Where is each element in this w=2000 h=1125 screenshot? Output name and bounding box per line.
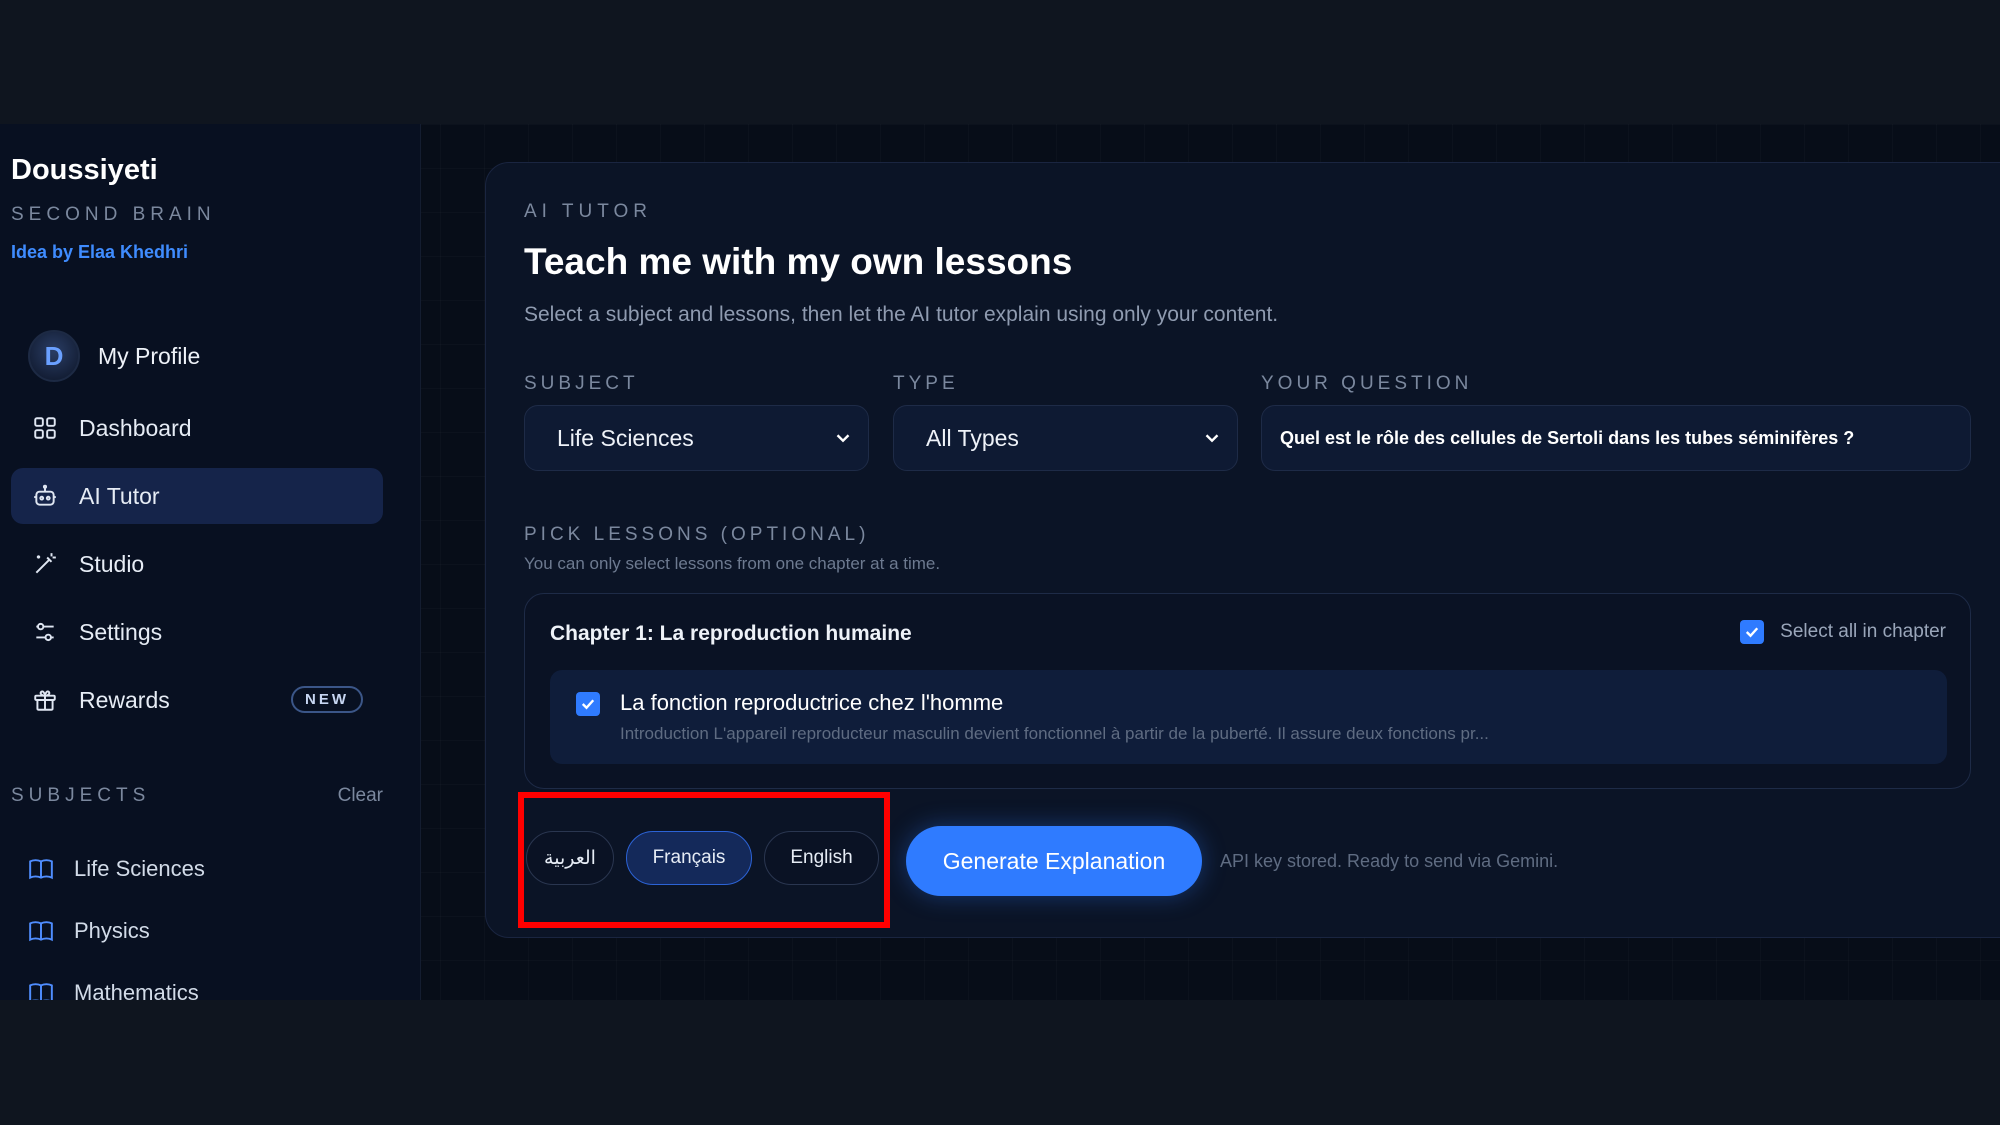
sidebar-item-rewards[interactable]: Rewards NEW bbox=[11, 672, 383, 728]
brand-credit: Idea by Elaa Khedhri bbox=[11, 242, 189, 262]
ai-tutor-card: AI TUTOR Teach me with my own lessons Se… bbox=[485, 162, 2000, 938]
avatar: D bbox=[28, 330, 80, 382]
subjects-list: Life Sciences Physics Mathematics bbox=[28, 838, 205, 1000]
subject-select-value: Life Sciences bbox=[557, 424, 694, 451]
language-arabic-button[interactable]: العربية bbox=[526, 831, 614, 885]
sidebar: Doussiyeti SECOND BRAIN Idea by Elaa Khe… bbox=[0, 124, 421, 1000]
app-window: Doussiyeti SECOND BRAIN Idea by Elaa Khe… bbox=[0, 124, 2000, 1000]
generate-explanation-button[interactable]: Generate Explanation bbox=[906, 826, 1202, 896]
subjects-title: SUBJECTS bbox=[11, 785, 151, 806]
pick-lessons-label: PICK LESSONS (OPTIONAL) bbox=[524, 524, 870, 545]
subject-label: Mathematics bbox=[74, 980, 199, 1000]
subject-label: Physics bbox=[74, 918, 150, 943]
sidebar-item-settings[interactable]: Settings bbox=[11, 604, 383, 660]
language-selector: العربية Français English bbox=[526, 831, 879, 885]
question-input[interactable]: Quel est le rôle des cellules de Sertoli… bbox=[1261, 405, 1971, 471]
select-all-label: Select all in chapter bbox=[1780, 621, 1946, 642]
type-select[interactable]: All Types bbox=[893, 405, 1238, 471]
sidebar-item-label: Rewards bbox=[79, 686, 170, 713]
sliders-icon bbox=[31, 618, 59, 646]
lesson-description: Introduction L'appareil reproducteur mas… bbox=[620, 724, 1489, 743]
select-all-checkbox[interactable]: Select all in chapter bbox=[1740, 620, 1946, 644]
chapter-title: Chapter 1: La reproduction humaine bbox=[550, 622, 912, 645]
sidebar-item-label: AI Tutor bbox=[79, 482, 160, 509]
subjects-clear-button[interactable]: Clear bbox=[338, 785, 383, 807]
book-icon bbox=[29, 921, 53, 942]
dashboard-icon bbox=[31, 414, 59, 442]
brand-subtitle: SECOND BRAIN bbox=[11, 204, 216, 225]
new-badge: NEW bbox=[291, 686, 363, 713]
chevron-down-icon bbox=[836, 434, 850, 443]
checkbox-checked-icon[interactable] bbox=[576, 692, 600, 716]
gift-icon bbox=[31, 686, 59, 714]
checkbox-checked-icon bbox=[1740, 620, 1765, 644]
profile-label: My Profile bbox=[98, 342, 201, 369]
page-title: Teach me with my own lessons bbox=[524, 241, 1073, 282]
chapter-panel: Chapter 1: La reproduction humaine Selec… bbox=[524, 593, 1971, 789]
type-label: TYPE bbox=[893, 373, 959, 394]
subject-label: SUBJECT bbox=[524, 373, 639, 394]
subject-label: Life Sciences bbox=[74, 856, 205, 881]
subject-select[interactable]: Life Sciences bbox=[524, 405, 869, 471]
book-icon bbox=[29, 983, 53, 1000]
lesson-item[interactable]: La fonction reproductrice chez l'homme I… bbox=[550, 670, 1947, 764]
sidebar-item-label: Settings bbox=[79, 618, 163, 645]
robot-icon bbox=[31, 482, 59, 510]
profile-link[interactable]: D My Profile bbox=[28, 330, 200, 382]
sidebar-item-dashboard[interactable]: Dashboard bbox=[11, 400, 383, 456]
language-french-button[interactable]: Français bbox=[626, 831, 752, 885]
subject-item-physics[interactable]: Physics bbox=[28, 900, 205, 962]
sidebar-nav: Dashboard AI Tutor Studio Settings Rewar… bbox=[11, 400, 383, 740]
question-label: YOUR QUESTION bbox=[1261, 373, 1473, 394]
subject-item-life-sciences[interactable]: Life Sciences bbox=[28, 838, 205, 900]
chevron-down-icon bbox=[1205, 434, 1219, 443]
section-eyebrow: AI TUTOR bbox=[524, 201, 652, 222]
pick-lessons-hint: You can only select lessons from one cha… bbox=[524, 554, 941, 573]
language-english-button[interactable]: English bbox=[764, 831, 879, 885]
brand-title: Doussiyeti bbox=[11, 154, 158, 186]
book-icon bbox=[29, 859, 53, 880]
sidebar-item-label: Studio bbox=[79, 550, 145, 577]
type-select-value: All Types bbox=[926, 424, 1019, 451]
page-subtitle: Select a subject and lessons, then let t… bbox=[524, 303, 1279, 326]
sidebar-item-label: Dashboard bbox=[79, 414, 192, 441]
magic-wand-icon bbox=[31, 550, 59, 578]
sidebar-item-ai-tutor[interactable]: AI Tutor bbox=[11, 468, 383, 524]
api-status-text: API key stored. Ready to send via Gemini… bbox=[1220, 851, 1559, 871]
subject-item-mathematics[interactable]: Mathematics bbox=[28, 962, 205, 1000]
lesson-title: La fonction reproductrice chez l'homme bbox=[620, 690, 1004, 715]
subjects-header: SUBJECTS Clear bbox=[11, 785, 383, 807]
sidebar-item-studio[interactable]: Studio bbox=[11, 536, 383, 592]
